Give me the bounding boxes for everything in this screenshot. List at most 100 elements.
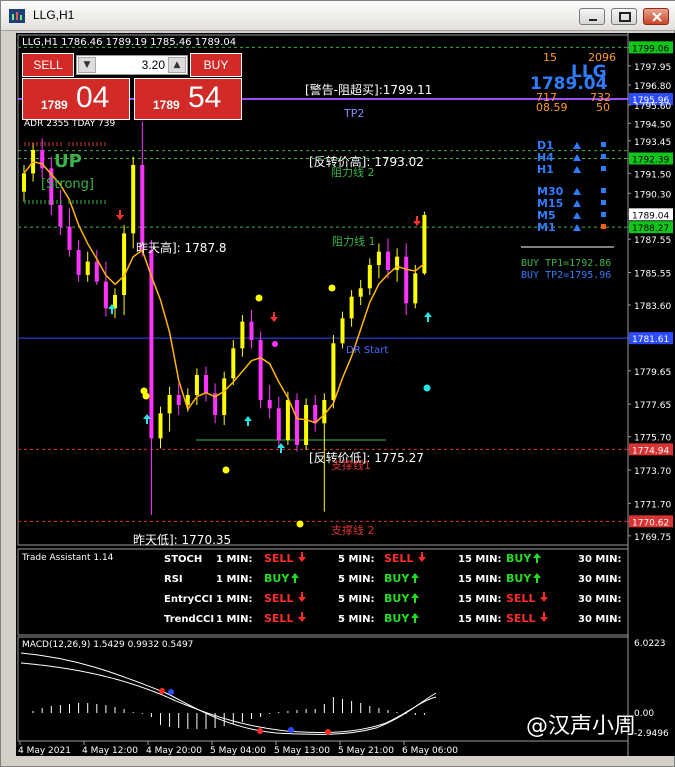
x-axis-label: 6 May 06:00 bbox=[402, 746, 458, 756]
lot-size-value[interactable]: 3.20 bbox=[99, 58, 165, 72]
signal-value: SELL bbox=[264, 592, 293, 605]
y-axis-label: 1773.70 bbox=[634, 467, 671, 477]
timeframe-status-icon bbox=[601, 154, 606, 159]
candle-body bbox=[358, 288, 363, 297]
restore-icon bbox=[619, 12, 631, 22]
timeframe-cell-label: 30 MIN: bbox=[578, 594, 621, 605]
y-axis-label: 1775.70 bbox=[634, 434, 671, 444]
candle-body bbox=[194, 375, 199, 395]
x-axis-label: 5 May 13:00 bbox=[274, 746, 330, 756]
candle-body bbox=[349, 296, 354, 319]
lot-increase-button[interactable]: ▲ bbox=[168, 57, 186, 73]
lot-size-input[interactable]: ▼ 3.20 ▲ bbox=[76, 55, 188, 75]
resistance-1-label: 阻力线 1 bbox=[332, 234, 376, 248]
signal-dot bbox=[222, 466, 230, 474]
stat-value: 2096 bbox=[588, 51, 616, 64]
signal-dot bbox=[142, 392, 150, 400]
candle-body bbox=[22, 173, 26, 192]
candle-body bbox=[367, 265, 372, 289]
y-axis-label: 1796.80 bbox=[634, 82, 671, 92]
timeframe-status-icon bbox=[601, 212, 606, 217]
sell-price-pips: 04 bbox=[76, 81, 110, 114]
price-tag-text: 1774.94 bbox=[632, 446, 669, 456]
indicator-name: RSI bbox=[164, 574, 183, 585]
signal-dot bbox=[328, 284, 336, 292]
price-tag-text: 1792.39 bbox=[632, 156, 669, 166]
timeframe-cell-label: 15 MIN: bbox=[458, 594, 501, 605]
candle-body bbox=[249, 321, 254, 340]
timeframe-cell-label: 5 MIN: bbox=[338, 554, 374, 565]
candle-body bbox=[240, 321, 245, 349]
timeframe-cell-label: 5 MIN: bbox=[338, 614, 374, 625]
timeframe-cell-label: 1 MIN: bbox=[216, 614, 252, 625]
candle-body bbox=[122, 233, 127, 295]
chart-area[interactable]: [警告-阻超买]:1799.11 TP2 [反转价高]: 1793.02 阻力线 2昨… bbox=[16, 33, 675, 756]
buy-price-button[interactable]: 1789 54 bbox=[134, 78, 242, 120]
candle-body bbox=[322, 400, 327, 424]
timeframe-cell-label: 30 MIN: bbox=[578, 614, 621, 625]
candle-body bbox=[276, 408, 281, 440]
price-tag-text: 1781.61 bbox=[632, 335, 669, 345]
tp2-label: TP2 bbox=[343, 107, 364, 120]
candle-body bbox=[140, 165, 145, 250]
y-axis-label: 1794.50 bbox=[634, 120, 671, 130]
signal-dot bbox=[272, 341, 278, 347]
signal-dot bbox=[296, 520, 304, 528]
candle-body bbox=[376, 251, 381, 265]
window-title: LLG,H1 bbox=[33, 8, 75, 22]
macd-cross-dot bbox=[257, 728, 263, 734]
stat-value: 08.59 bbox=[536, 101, 568, 114]
trade-assistant-title: Trade Assistant 1.14 bbox=[21, 553, 114, 563]
timeframe-cell-label: 1 MIN: bbox=[216, 594, 252, 605]
y-axis-label: 1797.95 bbox=[634, 63, 671, 73]
minimize-button[interactable] bbox=[579, 8, 605, 25]
dr-start-label: DR Start bbox=[346, 345, 388, 356]
lot-decrease-button[interactable]: ▼ bbox=[78, 57, 96, 73]
candle-body bbox=[231, 348, 236, 379]
candle-body bbox=[76, 250, 81, 275]
candle-body bbox=[295, 400, 299, 445]
y-axis-label: 1777.65 bbox=[634, 401, 671, 411]
trend-up-label: UP bbox=[54, 151, 82, 172]
sell-button[interactable]: SELL bbox=[22, 53, 74, 77]
candle-body bbox=[331, 343, 336, 400]
x-axis-label: 4 May 2021 bbox=[18, 746, 71, 756]
sell-price-prefix: 1789 bbox=[41, 98, 68, 112]
price-chart[interactable]: [警告-阻超买]:1799.11TP2[反转价高]: 1793.02阻力线 2昨… bbox=[16, 33, 675, 756]
y-axis-label: 1771.70 bbox=[634, 500, 671, 510]
indicator-label: ADR 2355 TDAY 739 bbox=[24, 119, 116, 129]
macd-cross-dot bbox=[168, 689, 174, 695]
timeframe-status-icon bbox=[601, 166, 606, 171]
macd-cross-dot bbox=[159, 688, 165, 694]
candle-body bbox=[103, 281, 108, 309]
terminal-window: LLG,H1 [警告-阻超买]:1799.11 TP2 [反转价高]: 1793.0… bbox=[0, 0, 675, 767]
signal-value: BUY bbox=[384, 572, 410, 585]
macd-scale-top: 6.0223 bbox=[634, 639, 666, 649]
buy-button[interactable]: BUY bbox=[190, 53, 242, 77]
timeframe-status-icon bbox=[601, 142, 606, 147]
y-axis-label: 1791.50 bbox=[634, 170, 671, 180]
timeframe-status-icon bbox=[601, 224, 606, 229]
stat-value: 50 bbox=[596, 101, 610, 114]
y-axis-label: 1779.65 bbox=[634, 368, 671, 378]
buy-price-prefix: 1789 bbox=[153, 98, 180, 112]
price-tag-text: 1799.06 bbox=[632, 44, 669, 54]
macd-label: MACD(12,26,9) 1.5429 0.9932 0.5497 bbox=[22, 640, 193, 650]
candle-body bbox=[413, 273, 418, 304]
close-icon bbox=[652, 12, 662, 22]
timeframe-label: M1 bbox=[537, 221, 556, 234]
restore-button[interactable] bbox=[611, 8, 637, 25]
title-bar[interactable]: LLG,H1 bbox=[1, 1, 675, 31]
signal-value: SELL bbox=[264, 552, 293, 565]
timeframe-status-icon bbox=[601, 200, 606, 205]
candle-body bbox=[94, 261, 99, 282]
price-tag-text: 1770.62 bbox=[632, 518, 669, 528]
timeframe-cell-label: 30 MIN: bbox=[578, 574, 621, 585]
close-button[interactable] bbox=[643, 8, 669, 25]
price-tag-text: 1789.04 bbox=[632, 211, 669, 221]
sell-price-button[interactable]: 1789 04 bbox=[22, 78, 130, 120]
candle-body bbox=[285, 400, 290, 440]
timeframe-cell-label: 30 MIN: bbox=[578, 554, 621, 565]
y-axis-label: 1790.30 bbox=[634, 190, 671, 200]
x-axis-label: 4 May 20:00 bbox=[146, 746, 202, 756]
